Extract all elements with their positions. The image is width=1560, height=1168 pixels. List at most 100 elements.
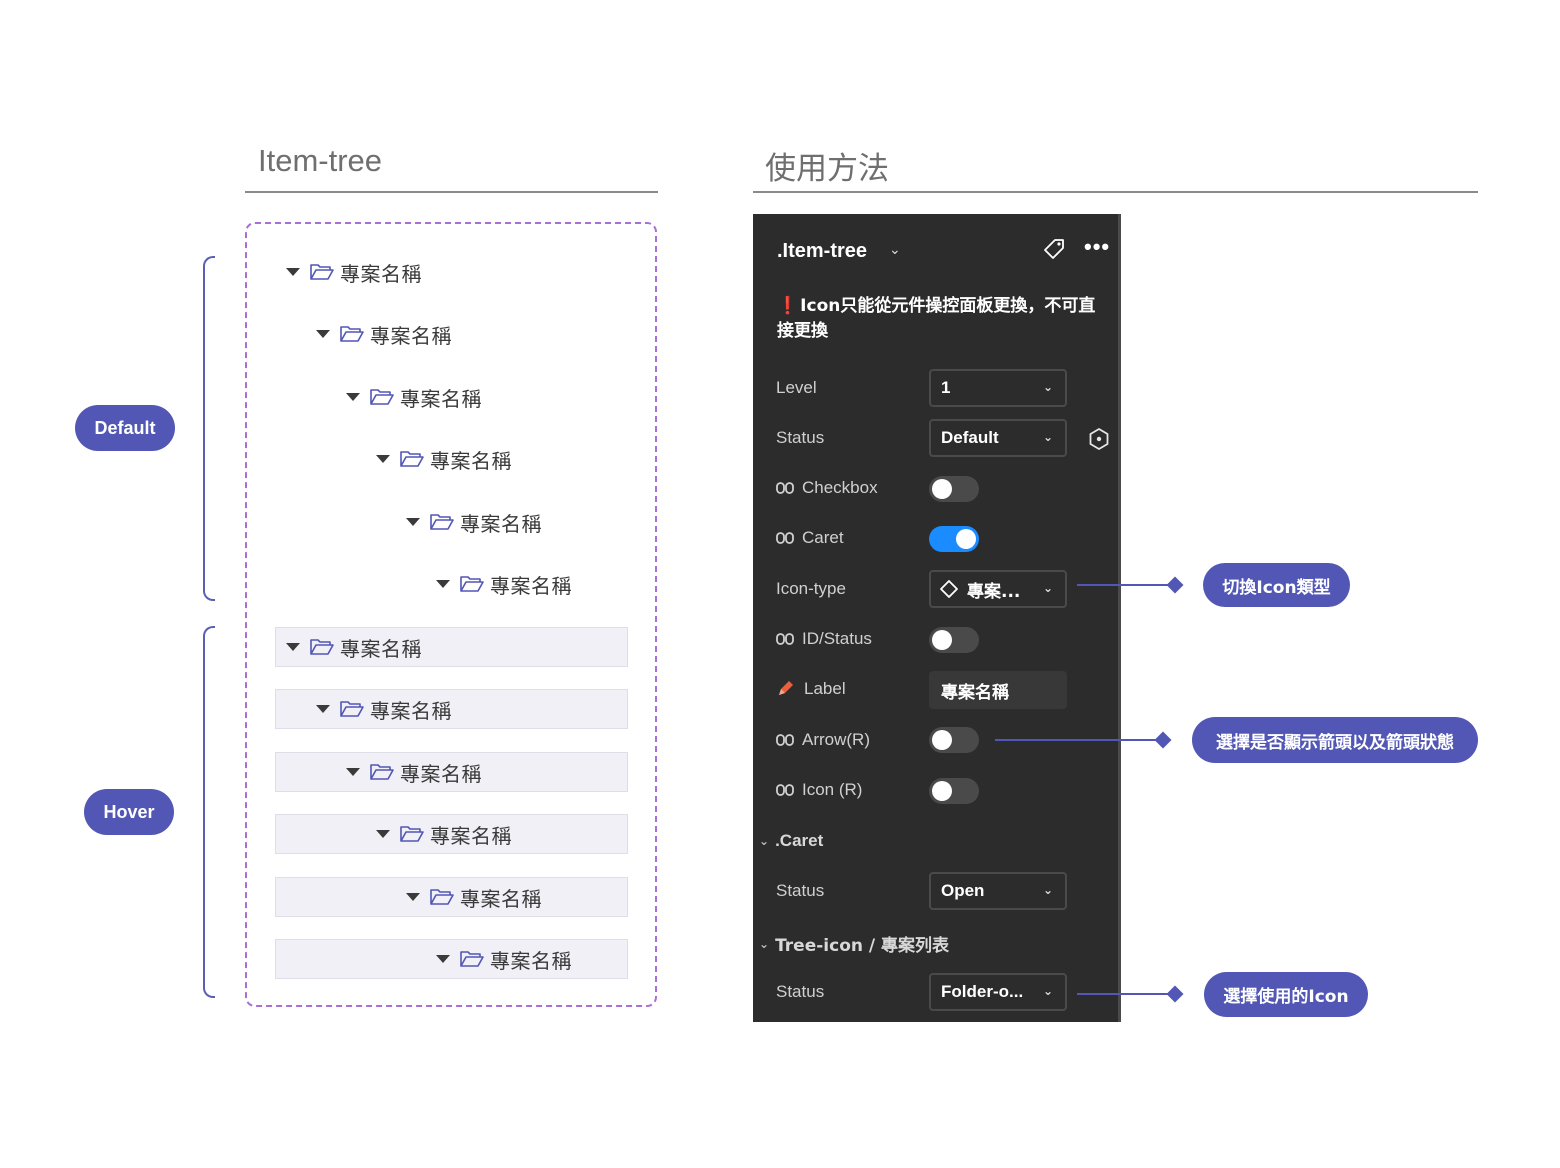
folder-open-icon (460, 951, 484, 967)
instance-swap-icon (940, 580, 958, 598)
tree-icon-section-header[interactable]: ⌄ Tree-icon / 專案列表 (759, 931, 949, 956)
caret-prop-label: Caret (776, 528, 844, 548)
boolean-property-icon (776, 734, 794, 746)
icon-r-toggle[interactable] (929, 778, 979, 804)
chevron-down-icon: ⌄ (759, 936, 770, 951)
item-tree-section-title: Item-tree (258, 143, 383, 178)
boolean-property-icon (776, 633, 794, 645)
caret-down-icon[interactable] (346, 393, 360, 401)
caret-down-icon[interactable] (376, 830, 390, 838)
warning-icon: ❗ (777, 296, 799, 316)
caret-down-icon[interactable] (376, 455, 390, 463)
arrow-connector-line (995, 739, 1163, 741)
id-status-prop-label: ID/Status (776, 629, 872, 649)
tree-item-label: 專案名稱 (370, 323, 452, 348)
chevron-down-icon: ⌄ (1042, 430, 1053, 444)
icon-type-select[interactable]: 專案... ⌄ (929, 570, 1067, 608)
item-tree-title-underline (245, 191, 658, 193)
checkbox-toggle[interactable] (929, 476, 979, 502)
icon-warning-note: ❗ Icon只能從元件操控面板更換，不可直接更換 (777, 294, 1107, 344)
level-select[interactable]: 1 ⌄ (929, 369, 1067, 407)
toggle-knob (932, 730, 952, 750)
default-state-pill: Default (75, 405, 175, 451)
tree-item-label: 專案名稱 (430, 823, 512, 848)
caret-status-select[interactable]: Open ⌄ (929, 872, 1067, 910)
chevron-down-icon: ⌄ (1042, 380, 1053, 394)
hover-group-bracket (203, 626, 215, 998)
tree-row-default-level-3[interactable]: 專案名稱 (346, 377, 482, 417)
connector-diamond (1166, 576, 1184, 594)
icon-r-prop-label: Icon (R) (776, 780, 862, 800)
caret-toggle[interactable] (929, 526, 979, 552)
tree-item-label: 專案名稱 (370, 698, 452, 723)
folder-open-icon (370, 764, 394, 780)
icon-select-connector-line (1077, 993, 1175, 995)
folder-open-icon (340, 326, 364, 342)
tree-row-default-level-6[interactable]: 專案名稱 (436, 564, 572, 604)
caret-down-icon[interactable] (316, 705, 330, 713)
tree-item-label: 專案名稱 (460, 511, 542, 536)
default-group-bracket (203, 256, 215, 601)
caret-down-icon[interactable] (316, 330, 330, 338)
tree-item-label: 專案名稱 (340, 636, 422, 661)
tag-icon[interactable] (1043, 238, 1065, 260)
folder-open-icon (430, 514, 454, 530)
arrow-toggle[interactable] (929, 727, 979, 753)
tree-item-label: 專案名稱 (460, 886, 542, 911)
caret-down-icon[interactable] (286, 268, 300, 276)
toggle-knob (956, 529, 976, 549)
tree-item-label: 專案名稱 (400, 386, 482, 411)
label-text-field[interactable]: 專案名稱 (929, 671, 1067, 709)
component-properties-panel: .Item-tree ⌄ ••• ❗ Icon只能從元件操控面板更換，不可直接更換… (753, 214, 1121, 1022)
chevron-down-icon: ⌄ (1042, 984, 1053, 998)
tree-item-label: 專案名稱 (490, 948, 572, 973)
icon-type-connector-line (1077, 584, 1175, 586)
tree-row-hover-level-3[interactable]: 專案名稱 (275, 752, 628, 792)
tree-row-default-level-4[interactable]: 專案名稱 (376, 439, 512, 479)
caret-down-icon[interactable] (286, 643, 300, 651)
component-name[interactable]: .Item-tree (777, 240, 867, 263)
icon-type-label: Icon-type (776, 579, 846, 598)
chevron-down-icon: ⌄ (1042, 883, 1053, 897)
chevron-down-icon[interactable]: ⌄ (889, 241, 901, 258)
tree-icon-status-select[interactable]: Folder-o... ⌄ (929, 973, 1067, 1011)
tree-row-default-level-5[interactable]: 專案名稱 (406, 502, 542, 542)
caret-down-icon[interactable] (436, 955, 450, 963)
checkbox-prop-label: Checkbox (776, 478, 878, 498)
arrow-annotation: 選擇是否顯示箭頭以及箭頭狀態 (1192, 717, 1478, 763)
status-label: Status (776, 428, 825, 447)
variant-settings-icon[interactable] (1087, 427, 1111, 451)
caret-down-icon[interactable] (346, 768, 360, 776)
chevron-down-icon: ⌄ (1042, 581, 1053, 595)
connector-diamond (1166, 985, 1184, 1003)
tree-row-hover-level-4[interactable]: 專案名稱 (275, 814, 628, 854)
status-select[interactable]: Default ⌄ (929, 419, 1067, 457)
usage-section-title: 使用方法 (765, 151, 889, 187)
icon-type-annotation: 切換Icon類型 (1203, 563, 1350, 607)
folder-open-icon (340, 701, 364, 717)
tree-row-hover-level-6[interactable]: 專案名稱 (275, 939, 628, 979)
boolean-property-icon (776, 784, 794, 796)
caret-section-header[interactable]: ⌄ .Caret (759, 831, 823, 851)
id-status-toggle[interactable] (929, 627, 979, 653)
tree-row-hover-level-1[interactable]: 專案名稱 (275, 627, 628, 667)
folder-open-icon (310, 264, 334, 280)
tree-item-label: 專案名稱 (340, 261, 422, 286)
tree-item-label: 專案名稱 (400, 761, 482, 786)
caret-down-icon[interactable] (406, 518, 420, 526)
caret-down-icon[interactable] (406, 893, 420, 901)
more-options-icon[interactable]: ••• (1084, 234, 1110, 260)
boolean-property-icon (776, 532, 794, 544)
connector-diamond (1154, 731, 1172, 749)
tree-row-hover-level-2[interactable]: 專案名稱 (275, 689, 628, 729)
tree-row-default-level-1[interactable]: 專案名稱 (286, 252, 422, 292)
warning-text: Icon只能從元件操控面板更換，不可直接更換 (777, 296, 1096, 341)
tree-item-label: 專案名稱 (430, 448, 512, 473)
tree-row-default-level-2[interactable]: 專案名稱 (316, 314, 452, 354)
boolean-property-icon (776, 482, 794, 494)
folder-open-icon (370, 389, 394, 405)
caret-down-icon[interactable] (436, 580, 450, 588)
level-label: Level (776, 378, 817, 397)
arrow-prop-label: Arrow(R) (776, 730, 870, 750)
tree-row-hover-level-5[interactable]: 專案名稱 (275, 877, 628, 917)
